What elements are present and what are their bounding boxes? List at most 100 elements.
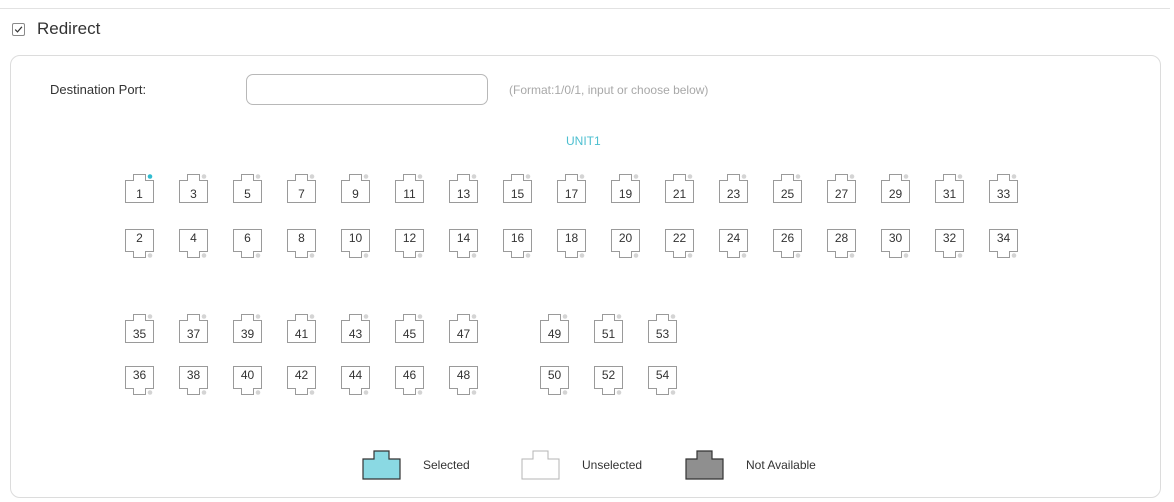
port-number: 6 xyxy=(244,231,251,245)
link-status-dot xyxy=(201,174,207,179)
link-status-dot xyxy=(255,314,261,319)
port-11[interactable]: 11 xyxy=(394,173,425,203)
port-15[interactable]: 15 xyxy=(502,173,533,203)
port-37[interactable]: 37 xyxy=(178,313,209,343)
port-3[interactable]: 3 xyxy=(178,173,209,203)
port-54[interactable]: 54 xyxy=(647,366,678,396)
link-status-dot xyxy=(255,253,261,258)
port-23[interactable]: 23 xyxy=(718,173,749,203)
port-5[interactable]: 5 xyxy=(232,173,263,203)
port-22[interactable]: 22 xyxy=(664,229,695,259)
port-28[interactable]: 28 xyxy=(826,229,857,259)
port-10[interactable]: 10 xyxy=(340,229,371,259)
legend-selected: Selected xyxy=(362,450,470,480)
port-8[interactable]: 8 xyxy=(286,229,317,259)
port-4[interactable]: 4 xyxy=(178,229,209,259)
port-17[interactable]: 17 xyxy=(556,173,587,203)
port-number: 1 xyxy=(136,187,143,201)
link-status-dot xyxy=(670,390,676,395)
link-status-dot xyxy=(309,174,315,179)
link-status-dot xyxy=(849,174,855,179)
port-34[interactable]: 34 xyxy=(988,229,1019,259)
link-status-dot xyxy=(525,253,531,258)
port-31[interactable]: 31 xyxy=(934,173,965,203)
not-available-port-icon xyxy=(685,450,724,480)
link-status-dot xyxy=(670,314,676,319)
port-number: 29 xyxy=(888,187,903,201)
port-26[interactable]: 26 xyxy=(772,229,803,259)
port-number: 20 xyxy=(618,231,633,245)
port-number: 30 xyxy=(888,231,903,245)
port-32[interactable]: 32 xyxy=(934,229,965,259)
link-status-dot xyxy=(741,253,747,258)
port-number: 28 xyxy=(834,231,849,245)
link-status-dot xyxy=(616,314,622,319)
port-50[interactable]: 50 xyxy=(539,366,570,396)
port-44[interactable]: 44 xyxy=(340,366,371,396)
port-20[interactable]: 20 xyxy=(610,229,641,259)
port-number: 50 xyxy=(547,368,562,382)
port-51[interactable]: 51 xyxy=(593,313,624,343)
port-14[interactable]: 14 xyxy=(448,229,479,259)
port-19[interactable]: 19 xyxy=(610,173,641,203)
check-icon xyxy=(14,25,23,33)
port-number: 35 xyxy=(132,327,147,341)
port-number: 36 xyxy=(132,368,147,382)
port-number: 7 xyxy=(298,187,305,201)
port-number: 13 xyxy=(456,187,471,201)
port-40[interactable]: 40 xyxy=(232,366,263,396)
link-status-dot xyxy=(471,174,477,179)
port-47[interactable]: 47 xyxy=(448,313,479,343)
port-number: 18 xyxy=(564,231,579,245)
port-6[interactable]: 6 xyxy=(232,229,263,259)
link-status-dot xyxy=(309,390,315,395)
port-number: 25 xyxy=(780,187,795,201)
port-1[interactable]: 1 xyxy=(124,173,155,203)
port-number: 32 xyxy=(942,231,957,245)
port-12[interactable]: 12 xyxy=(394,229,425,259)
port-49[interactable]: 49 xyxy=(539,313,570,343)
link-status-dot xyxy=(201,253,207,258)
port-29[interactable]: 29 xyxy=(880,173,911,203)
port-number: 43 xyxy=(348,327,363,341)
port-48[interactable]: 48 xyxy=(448,366,479,396)
port-46[interactable]: 46 xyxy=(394,366,425,396)
port-41[interactable]: 41 xyxy=(286,313,317,343)
destination-port-input[interactable] xyxy=(246,74,488,105)
port-24[interactable]: 24 xyxy=(718,229,749,259)
port-39[interactable]: 39 xyxy=(232,313,263,343)
port-number: 49 xyxy=(547,327,562,341)
port-27[interactable]: 27 xyxy=(826,173,857,203)
port-43[interactable]: 43 xyxy=(340,313,371,343)
port-16[interactable]: 16 xyxy=(502,229,533,259)
port-53[interactable]: 53 xyxy=(647,313,678,343)
port-45[interactable]: 45 xyxy=(394,313,425,343)
port-2[interactable]: 2 xyxy=(124,229,155,259)
port-30[interactable]: 30 xyxy=(880,229,911,259)
link-status-dot xyxy=(795,253,801,258)
redirect-checkbox[interactable] xyxy=(12,22,25,36)
port-7[interactable]: 7 xyxy=(286,173,317,203)
port-13[interactable]: 13 xyxy=(448,173,479,203)
port-36[interactable]: 36 xyxy=(124,366,155,396)
port-25[interactable]: 25 xyxy=(772,173,803,203)
link-status-dot xyxy=(147,174,153,179)
port-52[interactable]: 52 xyxy=(593,366,624,396)
link-status-dot xyxy=(417,314,423,319)
port-number: 17 xyxy=(564,187,579,201)
link-status-dot xyxy=(562,314,568,319)
port-number: 4 xyxy=(190,231,197,245)
link-status-dot xyxy=(309,314,315,319)
port-9[interactable]: 9 xyxy=(340,173,371,203)
link-status-dot xyxy=(363,314,369,319)
legend-selected-label: Selected xyxy=(423,458,470,472)
link-status-dot xyxy=(579,174,585,179)
link-status-dot xyxy=(633,253,639,258)
port-42[interactable]: 42 xyxy=(286,366,317,396)
port-38[interactable]: 38 xyxy=(178,366,209,396)
port-35[interactable]: 35 xyxy=(124,313,155,343)
port-21[interactable]: 21 xyxy=(664,173,695,203)
port-18[interactable]: 18 xyxy=(556,229,587,259)
link-status-dot xyxy=(201,314,207,319)
port-33[interactable]: 33 xyxy=(988,173,1019,203)
